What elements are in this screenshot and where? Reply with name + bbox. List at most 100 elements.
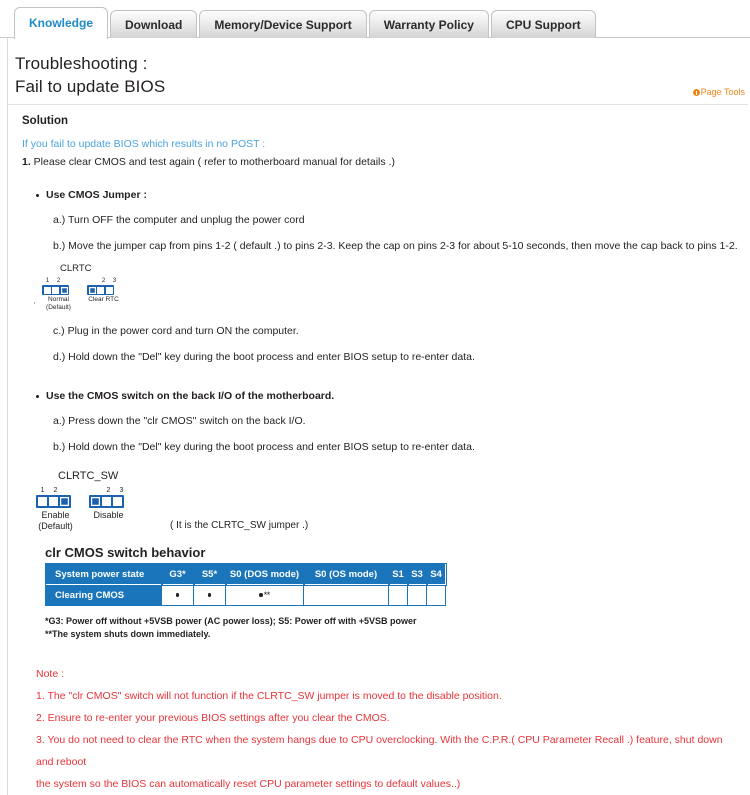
clrtc-normal-caption-line1: Normal xyxy=(48,296,69,303)
clrtc-sw-block-disable: 1 2 3 Disable xyxy=(89,487,128,521)
clrtc-blocks: 1 2 3 Normal (Default) 1 2 3 xyxy=(42,278,750,312)
clrtc-jumper-figure: CLRTC 1 2 3 Normal (Default) xyxy=(8,263,750,312)
note-1: 1. The "clr CMOS" switch will not functi… xyxy=(36,690,502,702)
note-3-continued: the system so the BIOS can automatically… xyxy=(36,778,461,790)
cell-s0-os xyxy=(303,584,389,606)
table-header-power-state: System power state xyxy=(44,562,163,586)
clrtc-sw-figure: CLRTC_SW 1 2 3 Enable (De xyxy=(8,470,750,532)
clrtc-sw-row: 1 2 3 Enable (Default) xyxy=(36,487,750,532)
step-1-number: 1. xyxy=(22,156,31,168)
step-1-text: Please clear CMOS and test again ( refer… xyxy=(30,156,395,168)
table-header-g3: G3* xyxy=(160,562,195,586)
clrtc-sw-disable-pin-numbers: 1 2 3 xyxy=(89,487,128,494)
section-1-item-d: d.) Hold down the "Del" key during the b… xyxy=(53,351,475,363)
jumper-pin-open xyxy=(88,286,96,294)
clrtc-sw-block-enable: 1 2 3 Enable (Default) xyxy=(36,487,75,532)
section-2-bullet: Use the CMOS switch on the back I/O of t… xyxy=(8,390,750,402)
cell-s3 xyxy=(407,584,427,606)
table-header-s0-dos: S0 (DOS mode) xyxy=(224,562,305,586)
content-panel: Troubleshooting : Fail to update BIOS Pa… xyxy=(7,38,750,795)
bullet-circle-icon xyxy=(692,89,700,96)
table-wrapper: System power state G3* S5* S0 (DOS mode)… xyxy=(8,562,750,606)
clrtc-clear-caption-line1: Clear RTC xyxy=(88,296,119,303)
pin-number-2: 2 xyxy=(56,278,61,284)
clrtc-sw-enable-caption: Enable (Default) xyxy=(36,510,75,532)
clrtc-figure-title: CLRTC xyxy=(60,263,92,274)
table-row: Clearing CMOS ** xyxy=(45,584,446,606)
marker-dot-icon xyxy=(259,593,263,597)
pin-number-3: 3 xyxy=(119,487,124,494)
solution-heading: Solution xyxy=(22,115,68,127)
page-title-line2: Fail to update BIOS xyxy=(15,77,166,96)
table-header-s3: S3 xyxy=(406,562,428,586)
jumper-pin-capped xyxy=(43,286,51,294)
jumper-pin-capped xyxy=(113,497,122,506)
footnote-1: *G3: Power off without +5VSB power (AC p… xyxy=(45,616,417,626)
pin-number-1: 1 xyxy=(45,278,50,284)
clrtc-sw-figure-title: CLRTC_SW xyxy=(58,470,119,482)
notes-section: Note : 1. The "clr CMOS" switch will not… xyxy=(8,663,750,795)
clrtc-normal-housing xyxy=(42,285,69,295)
page-tools-link[interactable]: Page Tools xyxy=(692,87,745,97)
clrtc-sw-enable-pin-numbers: 1 2 3 xyxy=(36,487,75,494)
pin-number-2: 2 xyxy=(101,278,106,284)
section-1-item-b: b.) Move the jumper cap from pins 1-2 ( … xyxy=(53,240,738,252)
pin-number-3: 3 xyxy=(112,278,117,284)
footnote-marker: ** xyxy=(263,589,271,600)
tab-download[interactable]: Download xyxy=(110,10,198,38)
note-2: 2. Ensure to re-enter your previous BIOS… xyxy=(36,712,390,724)
jumper-pin-capped xyxy=(49,497,58,506)
table-header-s5: S5* xyxy=(192,562,227,586)
clrtc-clear-housing xyxy=(87,285,114,295)
marker-dot-icon xyxy=(175,593,180,597)
clrtc-sw-enable-caption-line1: Enable xyxy=(41,510,70,520)
tab-bar: Knowledge Download Memory/Device Support… xyxy=(0,0,750,39)
clr-cmos-behavior-table: System power state G3* S5* S0 (DOS mode)… xyxy=(44,562,447,606)
table-title: clr CMOS switch behavior xyxy=(45,545,206,560)
clrtc-block-normal: 1 2 3 Normal (Default) xyxy=(42,278,75,312)
footnote-2: **The system shuts down immediately. xyxy=(45,628,211,639)
marker-dot-icon xyxy=(207,593,212,597)
jumper-pin-capped xyxy=(38,497,47,506)
jumper-pin-capped xyxy=(102,497,111,506)
clrtc-sw-enable-housing xyxy=(36,495,71,508)
clrtc-sw-disable-caption-line1: Disable xyxy=(93,510,124,520)
pin-number-2: 2 xyxy=(106,487,111,494)
jumper-pin-capped xyxy=(105,286,113,294)
page-header: Troubleshooting : Fail to update BIOS Pa… xyxy=(8,38,748,105)
stray-tick-mark: ' xyxy=(34,301,36,310)
section-1-bullet: Use CMOS Jumper : xyxy=(8,189,750,201)
cell-s1 xyxy=(388,584,408,606)
section-1-item-c: c.) Plug in the power cord and turn ON t… xyxy=(53,325,299,337)
tab-cpu-support[interactable]: CPU Support xyxy=(490,10,596,38)
jumper-pin-open xyxy=(60,497,69,506)
section-1-item-a: a.) Turn OFF the computer and unplug the… xyxy=(53,214,305,226)
notes-heading: Note : xyxy=(36,668,65,680)
clrtc-sw-enable-caption-line2: (Default) xyxy=(38,521,73,531)
jumper-pin-capped xyxy=(97,286,104,294)
table-row-label-clearing-cmos: Clearing CMOS xyxy=(45,584,162,606)
clrtc-clear-caption: Clear RTC xyxy=(87,296,120,304)
table-header-s0-os: S0 (OS mode) xyxy=(302,562,390,586)
clrtc-normal-caption: Normal (Default) xyxy=(42,296,75,312)
page-title-line1: Troubleshooting : xyxy=(15,54,148,73)
solution-step-1: 1. Please clear CMOS and test again ( re… xyxy=(8,150,750,168)
tab-knowledge[interactable]: Knowledge xyxy=(14,7,109,39)
page-tools-label: Page Tools xyxy=(700,87,745,97)
cell-s4 xyxy=(426,584,446,606)
clrtc-normal-caption-line2: (Default) xyxy=(46,304,71,311)
section-2-item-b: b.) Hold down the "Del" key during the b… xyxy=(53,441,475,453)
table-footnotes: *G3: Power off without +5VSB power (AC p… xyxy=(8,615,750,640)
pin-number-2: 2 xyxy=(53,487,58,494)
clrtc-sw-blocks: 1 2 3 Enable (Default) xyxy=(36,487,142,532)
table-header-s1: S1 xyxy=(387,562,409,586)
tab-warranty-policy[interactable]: Warranty Policy xyxy=(368,10,489,38)
jumper-pin-open xyxy=(60,286,68,294)
jumper-pin-open xyxy=(91,497,100,506)
clrtc-sw-disable-housing xyxy=(89,495,124,508)
jumper-pin-capped xyxy=(52,286,59,294)
cell-s0-dos: ** xyxy=(225,584,304,606)
note-3: 3. You do not need to clear the RTC when… xyxy=(36,734,723,768)
tab-memory-device-support[interactable]: Memory/Device Support xyxy=(199,10,367,38)
table-header-s4: S4 xyxy=(425,562,447,586)
